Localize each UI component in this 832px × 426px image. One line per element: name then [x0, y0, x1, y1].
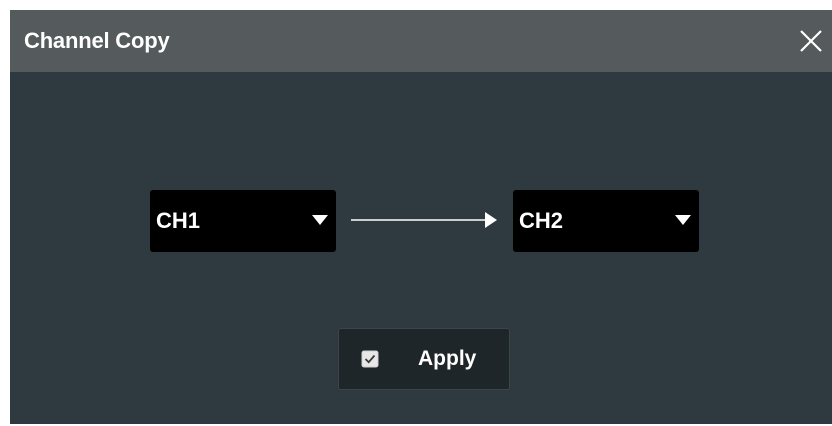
checkbox-checked-icon[interactable] — [361, 350, 379, 368]
close-button[interactable] — [796, 26, 826, 56]
source-channel-select[interactable]: CH1 — [150, 190, 336, 252]
destination-channel-value: CH2 — [519, 208, 564, 233]
channel-copy-dialog: Channel Copy CH1 CH2 Apply — [10, 10, 832, 424]
dialog-titlebar: Channel Copy — [10, 10, 832, 72]
caret-down-icon — [312, 215, 328, 225]
apply-button[interactable]: Apply — [338, 328, 510, 390]
caret-down-icon — [675, 215, 691, 225]
apply-label: Apply — [418, 347, 477, 370]
arrow-right-icon — [351, 212, 497, 228]
dialog-title: Channel Copy — [24, 28, 170, 53]
destination-channel-select[interactable]: CH2 — [513, 190, 699, 252]
source-channel-value: CH1 — [156, 208, 201, 233]
close-icon — [800, 30, 822, 52]
